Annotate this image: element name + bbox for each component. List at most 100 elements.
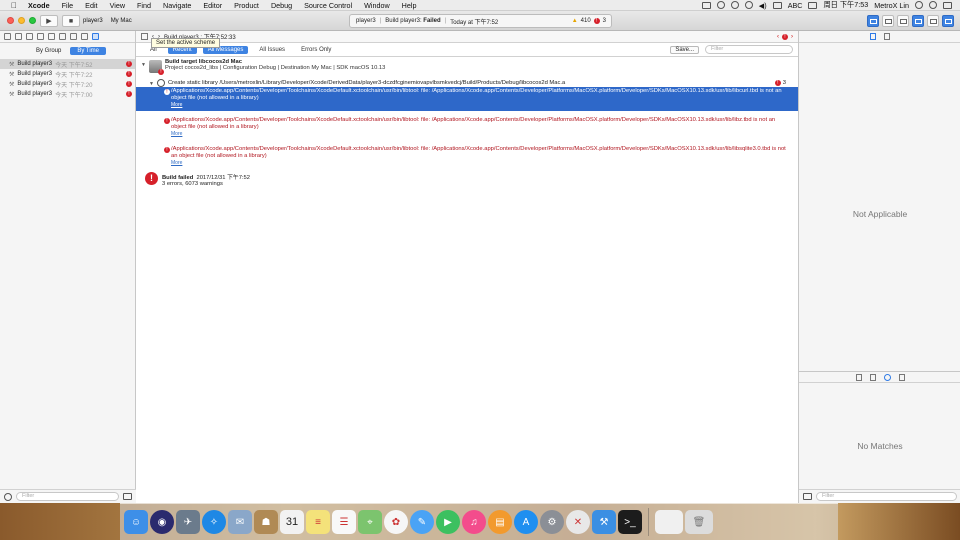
notes-icon[interactable]: ≡ [306,510,330,534]
battery-icon[interactable] [808,1,818,9]
maps-icon[interactable]: ⌖ [358,510,382,534]
menu-editor[interactable]: Editor [197,1,228,10]
airplay-icon[interactable] [701,1,711,9]
menu-source-control[interactable]: Source Control [298,1,358,10]
trash-icon[interactable]: 🗑 [685,510,713,534]
safari-icon[interactable]: ✧ [202,510,226,534]
close-button[interactable] [7,17,14,24]
spotlight-icon[interactable] [915,1,923,9]
more-link[interactable]: More [162,131,792,139]
system-preferences-icon[interactable]: ⚙ [540,510,564,534]
mail-icon[interactable]: ✉ [228,510,252,534]
menu-debug[interactable]: Debug [265,1,298,10]
version-editor-button[interactable] [897,15,909,27]
notification-center-icon[interactable] [943,1,952,9]
contacts-icon[interactable]: ☗ [254,510,278,534]
error-message[interactable]: ! /Applications/Xcode.app/Contents/Devel… [136,145,798,169]
error-message[interactable]: ! /Applications/Xcode.app/Contents/Devel… [136,87,798,111]
reminders-icon[interactable]: ☰ [332,510,356,534]
terminal-icon[interactable]: >_ [618,510,642,534]
wifi-icon[interactable] [744,1,753,9]
scheme-selector[interactable]: player3 My Mac [83,15,158,27]
recent-filter-icon[interactable] [123,493,132,500]
calendar-icon[interactable]: 31 [280,510,304,534]
symbol-icon[interactable] [26,33,33,40]
menu-xcode[interactable]: Xcode [22,1,56,10]
save-button[interactable]: Save... [670,45,699,54]
test-icon[interactable] [59,33,66,40]
launchpad-icon[interactable]: ✈ [176,510,200,534]
grid-view-icon[interactable] [803,493,812,500]
list-item[interactable]: ⚒ Build player3 今天 下午7:52 ! [0,59,135,69]
stop-button[interactable]: ■ [62,15,80,27]
more-link[interactable]: More [162,160,792,168]
library-filter-input[interactable]: Filter [816,492,957,501]
issue-icon[interactable] [48,33,55,40]
list-item[interactable]: ⚒ Build player3 今天 下午7:22 ! [0,69,135,79]
previous-issue-icon[interactable]: ‹ [777,34,779,40]
zoom-button[interactable] [29,17,36,24]
scheme-name[interactable]: player3 [83,18,103,24]
photos-icon[interactable]: ✿ [384,510,408,534]
log-filter-input[interactable]: Filter [705,45,793,54]
facetime-icon[interactable]: ▶ [436,510,460,534]
media-library-icon[interactable] [898,373,905,381]
list-item[interactable]: ⚒ Build player3 今天 下午7:00 ! [0,89,135,99]
ibooks-icon[interactable]: ▤ [488,510,512,534]
source-control-icon[interactable] [15,33,22,40]
list-item[interactable]: ⚒ Build player3 今天 下午7:20 ! [0,79,135,89]
error-message[interactable]: ! /Applications/Xcode.app/Contents/Devel… [136,116,798,140]
toggle-inspector-button[interactable] [942,15,954,27]
report-icon[interactable] [92,33,99,40]
assistant-editor-button[interactable] [882,15,894,27]
volume-icon[interactable]: ◀) [759,1,767,10]
destination-name[interactable]: My Mac [111,18,132,24]
file-template-library-icon[interactable] [855,373,862,381]
by-time-button[interactable]: By Time [70,47,107,55]
debug-icon[interactable] [70,33,77,40]
siri-icon[interactable]: ◉ [150,510,174,534]
finder-icon[interactable]: ☺ [124,510,148,534]
menu-view[interactable]: View [104,1,131,10]
more-link[interactable]: More [162,102,792,110]
messages-icon[interactable]: ✎ [410,510,434,534]
toggle-navigator-button[interactable] [912,15,924,27]
menu-file[interactable]: File [56,1,80,10]
xcode-icon[interactable]: ⚒ [592,510,616,534]
bluetooth-icon[interactable] [730,1,739,9]
activity-viewer[interactable]: player3 | Build player3: Failed | Today … [349,14,612,28]
quick-help-icon[interactable] [883,33,890,40]
toggle-debug-area-button[interactable] [927,15,939,27]
minimize-button[interactable] [18,17,25,24]
itunes-icon[interactable]: ♫ [462,510,486,534]
file-inspector-icon[interactable] [869,33,876,40]
by-group-button[interactable]: By Group [29,47,68,55]
breakpoint-icon[interactable] [81,33,88,40]
filter-icon[interactable] [4,492,12,501]
user-name[interactable]: MetroX Lin [874,1,909,10]
find-icon[interactable] [37,33,44,40]
filter-errors-only[interactable]: Errors Only [296,46,336,54]
menu-find[interactable]: Find [131,1,157,10]
input-source[interactable]: ABC [788,1,803,10]
related-items-icon[interactable] [141,33,148,40]
issue-counts[interactable]: ▲ 410 ! 3 [572,18,611,24]
xcode-icon-dim[interactable]: ✕ [566,510,590,534]
folder-icon[interactable] [4,33,11,40]
code-snippet-library-icon[interactable] [869,373,876,381]
build-target-row[interactable]: ▼ ! Build target libcocos2d Mac Project … [136,57,798,78]
navigator-filter-input[interactable]: Filter [16,492,119,501]
run-button[interactable]: ▶ [40,15,58,27]
apple-menu-icon[interactable]:  [6,1,22,10]
standard-editor-button[interactable] [867,15,879,27]
filter-all-issues[interactable]: All Issues [254,46,290,54]
downloads-stack-icon[interactable] [655,510,683,534]
next-issue-icon[interactable]: › [791,34,793,40]
timemachine-icon[interactable] [716,1,725,9]
menu-product[interactable]: Product [228,1,265,10]
task-row[interactable]: ▼ Create static library /Users/metroxlin… [136,78,798,87]
menu-window[interactable]: Window [358,1,396,10]
appstore-icon[interactable]: A [514,510,538,534]
object-library-icon[interactable] [883,373,891,381]
menu-help[interactable]: Help [396,1,423,10]
